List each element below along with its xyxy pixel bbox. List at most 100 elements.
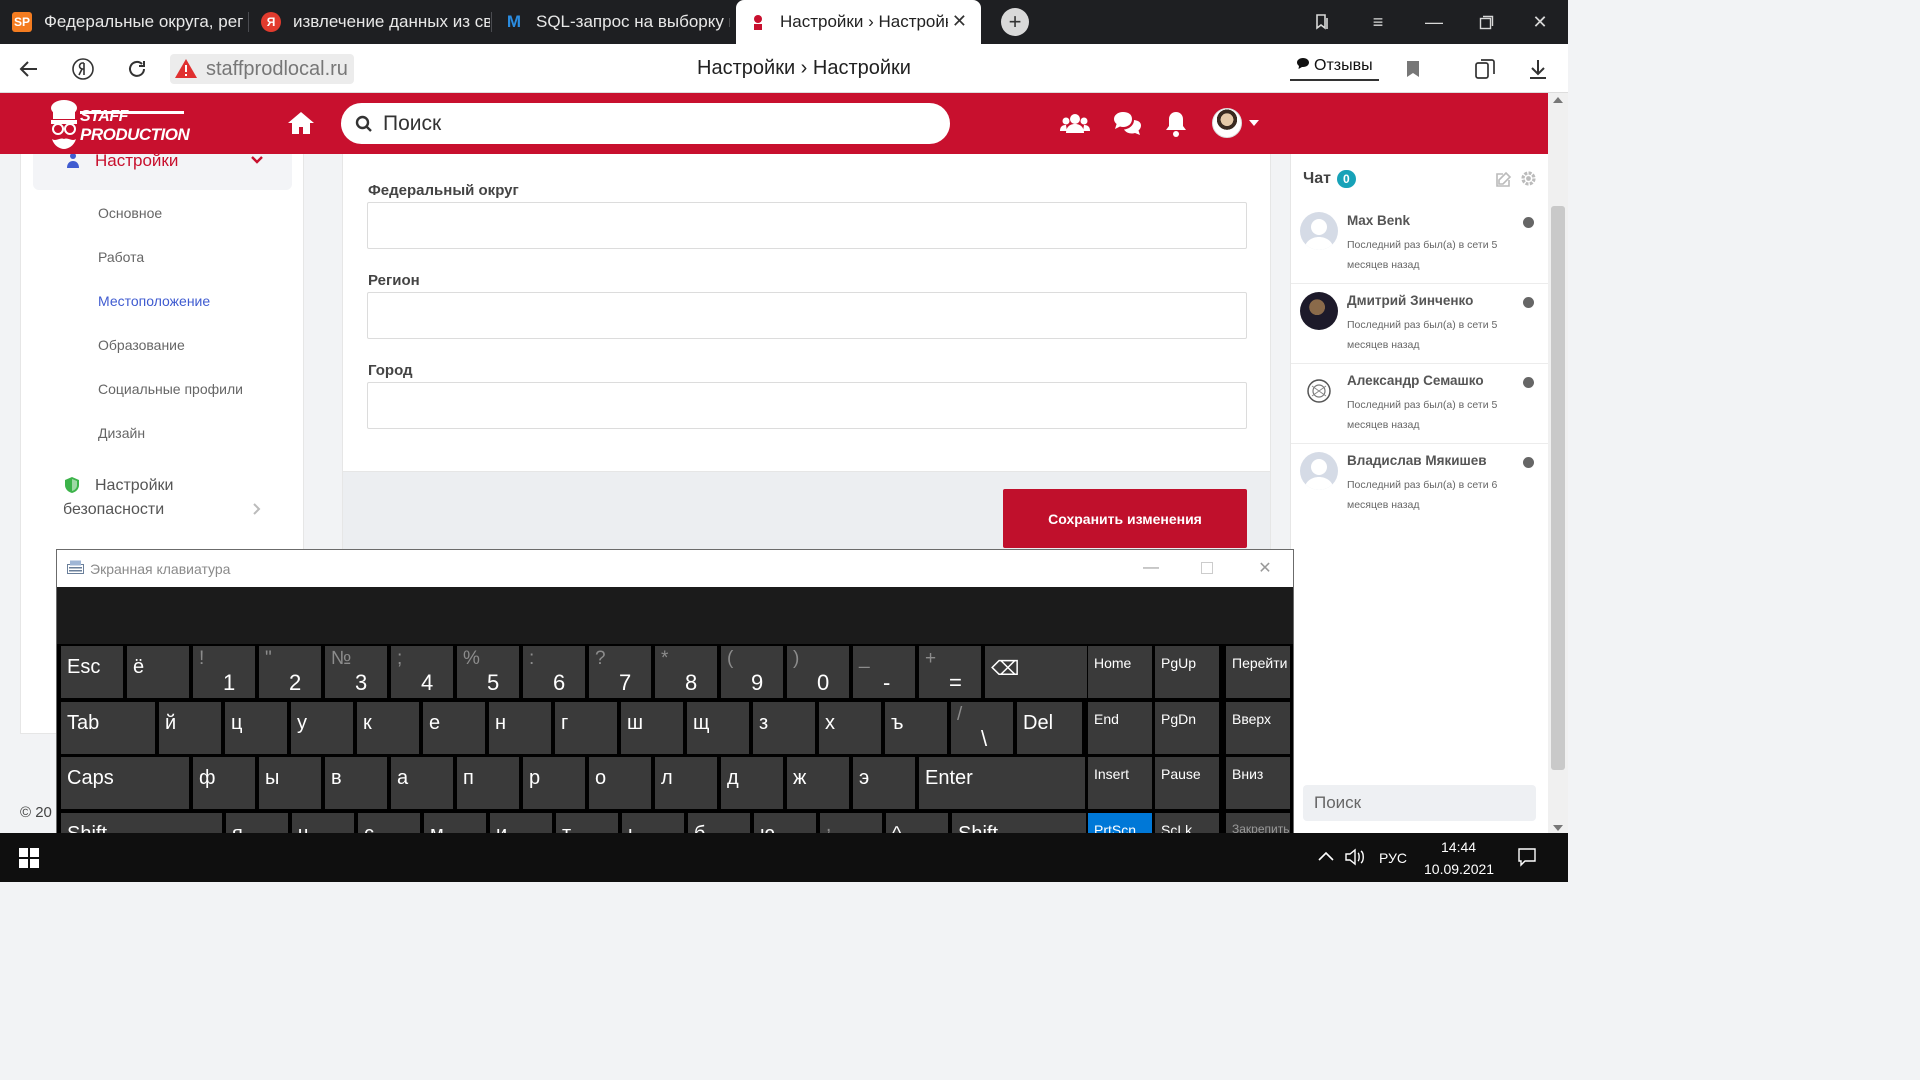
browser-tab[interactable]: M SQL-запрос на выборку и xyxy=(492,0,730,44)
key-\[interactable]: / \ xyxy=(951,702,1013,754)
home-icon[interactable] xyxy=(286,108,316,138)
key-Tab[interactable]: Tab xyxy=(61,702,155,754)
browser-tab[interactable]: SP Федеральные округа, рег xyxy=(0,0,247,44)
sidebar-item-basic[interactable]: Основное xyxy=(98,205,162,221)
key-End[interactable]: End xyxy=(1088,702,1152,754)
clock-date[interactable]: 10.09.2021 xyxy=(1424,861,1494,877)
key-3[interactable]: № 3 xyxy=(325,646,387,698)
key-в[interactable]: в xyxy=(325,757,387,809)
bell-icon[interactable] xyxy=(1161,109,1191,139)
osk-titlebar[interactable]: Экранная клавиатура — ✕ xyxy=(57,550,1293,587)
site-logo[interactable]: STAFF PRODUCTION xyxy=(44,99,194,149)
key-Del[interactable]: Del xyxy=(1017,702,1082,754)
key-Esc[interactable]: Esc xyxy=(61,646,123,698)
language-indicator[interactable]: РУС xyxy=(1379,850,1407,866)
key-э[interactable]: э xyxy=(853,757,915,809)
new-tab-button[interactable]: + xyxy=(1001,8,1029,36)
clock-time[interactable]: 14:44 xyxy=(1441,839,1476,855)
key-й[interactable]: й xyxy=(159,702,221,754)
key-у[interactable]: у xyxy=(291,702,353,754)
key-PgDn[interactable]: PgDn xyxy=(1155,702,1219,754)
key-Home[interactable]: Home xyxy=(1088,646,1152,698)
scroll-up-icon[interactable] xyxy=(1553,97,1563,103)
key-Вниз[interactable]: Вниз xyxy=(1226,757,1290,809)
key-2[interactable]: " 2 xyxy=(259,646,321,698)
key-4[interactable]: ; 4 xyxy=(391,646,453,698)
key-Вверх[interactable]: Вверх xyxy=(1226,702,1290,754)
key-ц[interactable]: ц xyxy=(225,702,287,754)
browser-tab[interactable]: Я извлечение данных из св xyxy=(249,0,490,44)
bookmark-icon[interactable] xyxy=(1396,52,1430,86)
bookmarks-panel-icon[interactable] xyxy=(1296,0,1348,44)
maximize-icon[interactable] xyxy=(1187,556,1227,580)
menu-icon[interactable]: ≡ xyxy=(1352,0,1404,44)
browser-tab-active[interactable]: Настройки › Настройки ✕ xyxy=(736,0,981,44)
compose-icon[interactable] xyxy=(1495,171,1513,188)
key-н[interactable]: н xyxy=(489,702,551,754)
key-р[interactable]: р xyxy=(523,757,585,809)
key-а[interactable]: а xyxy=(391,757,453,809)
key-ф[interactable]: ф xyxy=(193,757,255,809)
gear-icon[interactable] xyxy=(1520,170,1537,187)
feedback-button[interactable]: Отзывы xyxy=(1290,53,1379,81)
speaker-icon[interactable] xyxy=(1344,847,1366,867)
chat-bubbles-icon[interactable] xyxy=(1112,109,1142,139)
city-field[interactable] xyxy=(367,382,1247,429)
minimize-icon[interactable]: — xyxy=(1131,556,1171,580)
download-icon[interactable] xyxy=(1521,52,1555,86)
save-changes-button[interactable]: Сохранить изменения xyxy=(1003,489,1247,548)
sidebar-item-work[interactable]: Работа xyxy=(98,249,144,265)
key-8[interactable]: * 8 xyxy=(655,646,717,698)
chat-user-item[interactable]: Александр Семашко Последний раз был(а) в… xyxy=(1291,364,1549,444)
key-ё[interactable]: ё xyxy=(127,646,189,698)
key-щ[interactable]: щ xyxy=(687,702,749,754)
key-0[interactable]: ) 0 xyxy=(787,646,849,698)
federal-district-field[interactable] xyxy=(367,202,1247,249)
sidebar-item-location[interactable]: Местоположение xyxy=(98,293,210,309)
collections-icon[interactable] xyxy=(1468,52,1502,86)
sidebar-item-social-profiles[interactable]: Социальные профили xyxy=(98,381,243,397)
key-=[interactable]: + = xyxy=(919,646,981,698)
minimize-icon[interactable]: — xyxy=(1408,0,1460,44)
region-field[interactable] xyxy=(367,292,1247,339)
user-avatar[interactable] xyxy=(1212,108,1242,138)
users-icon[interactable] xyxy=(1060,109,1090,139)
key-7[interactable]: ? 7 xyxy=(589,646,651,698)
key-ы[interactable]: ы xyxy=(259,757,321,809)
key-ж[interactable]: ж xyxy=(787,757,849,809)
key-9[interactable]: (9 xyxy=(721,646,783,698)
windows-start-icon[interactable] xyxy=(19,848,39,868)
key-г[interactable]: г xyxy=(555,702,617,754)
tab-close-icon[interactable]: ✕ xyxy=(952,11,967,32)
key-⌫[interactable]: ⌫ xyxy=(985,646,1087,698)
chevron-up-icon[interactable] xyxy=(1318,851,1334,861)
chat-user-item[interactable]: Дмитрий Зинченко Последний раз был(а) в … xyxy=(1291,284,1549,364)
key-х[interactable]: х xyxy=(819,702,881,754)
sidebar-item-design[interactable]: Дизайн xyxy=(98,425,145,441)
chat-user-item[interactable]: Владислав Мякишев Последний раз был(а) в… xyxy=(1291,444,1549,524)
chat-user-item[interactable]: Max Benk Последний раз был(а) в сети 5 м… xyxy=(1291,204,1549,284)
key-к[interactable]: к xyxy=(357,702,419,754)
key-п[interactable]: п xyxy=(457,757,519,809)
key-о[interactable]: о xyxy=(589,757,651,809)
site-search-input[interactable] xyxy=(383,111,923,136)
site-search-bar[interactable] xyxy=(341,103,950,144)
sidebar-section-settings[interactable]: Настройки xyxy=(33,151,292,190)
key-з[interactable]: з xyxy=(753,702,815,754)
key-5[interactable]: % 5 xyxy=(457,646,519,698)
key-ш[interactable]: ш xyxy=(621,702,683,754)
key-PgUp[interactable]: PgUp xyxy=(1155,646,1219,698)
key-ъ[interactable]: ъ xyxy=(885,702,947,754)
scrollbar-thumb[interactable] xyxy=(1551,206,1565,770)
restore-icon[interactable] xyxy=(1460,0,1512,44)
key-л[interactable]: л xyxy=(655,757,717,809)
key-Pause[interactable]: Pause xyxy=(1155,757,1219,809)
close-icon[interactable]: ✕ xyxy=(1245,556,1285,580)
sidebar-item-education[interactable]: Образование xyxy=(98,337,185,353)
key-д[interactable]: д xyxy=(721,757,783,809)
close-window-icon[interactable]: ✕ xyxy=(1514,0,1566,44)
notifications-icon[interactable] xyxy=(1517,847,1537,867)
chat-search-input[interactable] xyxy=(1303,785,1536,821)
key-Перейти[interactable]: Перейти xyxy=(1226,646,1290,698)
key-Caps[interactable]: Caps xyxy=(61,757,189,809)
